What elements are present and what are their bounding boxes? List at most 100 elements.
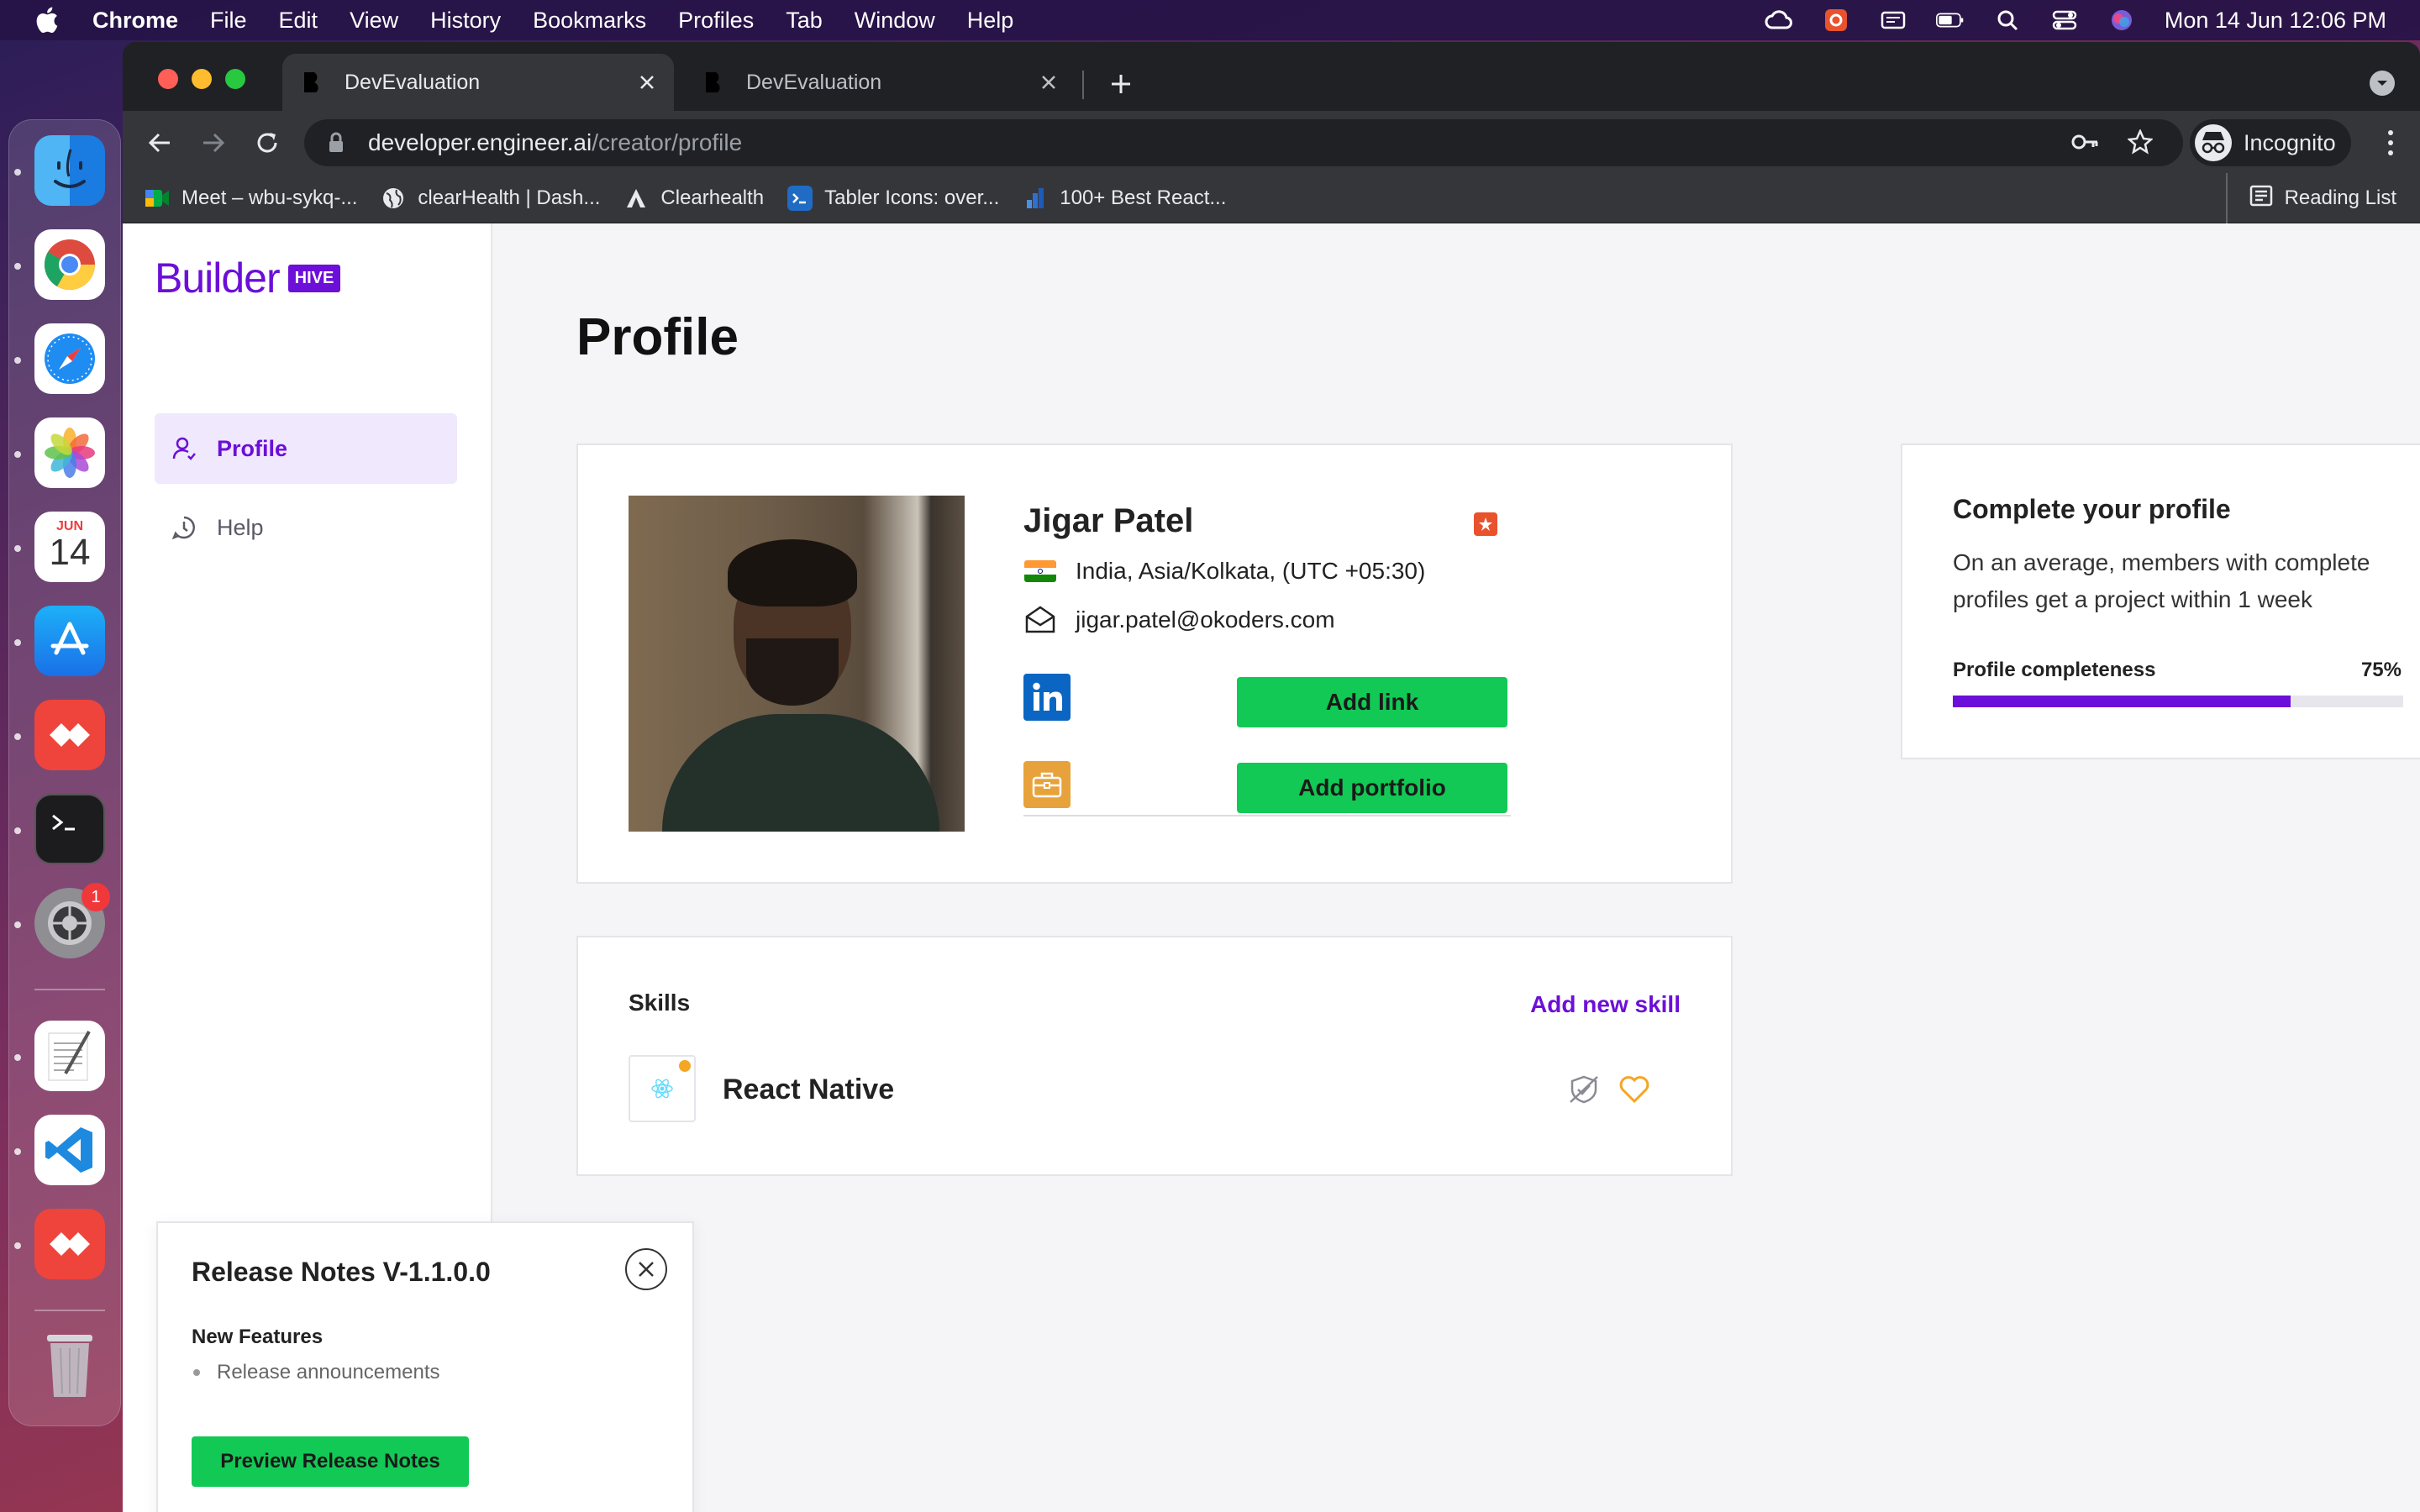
safari-icon[interactable] <box>34 323 105 394</box>
anydesk-icon[interactable] <box>34 700 105 770</box>
back-arrow-icon[interactable] <box>145 128 175 158</box>
completeness-percent: 75% <box>2360 659 2402 681</box>
browser-toolbar: developer.engineer.ai/creator/profile In… <box>123 111 2420 173</box>
bookmark-star-icon[interactable] <box>2127 128 2154 160</box>
add-new-skill-link[interactable]: Add new skill <box>1530 991 1681 1018</box>
profile-divider <box>1023 815 1511 816</box>
chrome-menu-icon[interactable] <box>2386 129 2395 160</box>
close-window-button[interactable] <box>158 69 178 89</box>
dock: JUN 14 1 <box>8 119 121 1426</box>
forward-arrow-icon[interactable] <box>198 128 229 158</box>
complete-profile-card: Complete your profile On an average, mem… <box>1901 444 2420 759</box>
profile-card: Jigar Patel India, Asia/Kolkata, (UTC +0… <box>576 444 1733 884</box>
menu-file[interactable]: File <box>210 8 247 34</box>
textedit-icon[interactable] <box>34 1021 105 1091</box>
menu-view[interactable]: View <box>350 8 398 34</box>
web-page: Builder HIVE Profile Help Release Notes … <box>123 223 2420 1512</box>
trash-icon[interactable] <box>34 1330 105 1400</box>
dock-running-indicator <box>14 733 21 740</box>
builder-hive-logo[interactable]: Builder HIVE <box>155 254 341 302</box>
completeness-progress-fill <box>1953 696 2291 707</box>
profile-email: jigar.patel@okoders.com <box>1023 606 1335 633</box>
bookmark-item[interactable]: Meet – wbu-sykq-... <box>145 186 357 211</box>
logo-word: Builder <box>155 255 281 302</box>
incognito-icon <box>2195 124 2232 161</box>
menu-history[interactable]: History <box>430 8 501 34</box>
sidebar-item-profile[interactable]: Profile <box>155 413 457 484</box>
dock-running-indicator <box>14 451 21 458</box>
release-notes-subtitle: New Features <box>192 1326 324 1348</box>
terminal-icon[interactable] <box>34 794 105 864</box>
tab-search-chevron-icon[interactable] <box>2370 71 2395 96</box>
close-tab-icon[interactable] <box>1037 71 1060 94</box>
menu-app-name[interactable]: Chrome <box>92 8 178 34</box>
screen-recorder-icon[interactable] <box>1822 8 1850 32</box>
minimize-window-button[interactable] <box>192 69 212 89</box>
menu-tab[interactable]: Tab <box>786 8 823 34</box>
lock-icon[interactable] <box>328 132 346 154</box>
dock-running-indicator <box>14 921 21 928</box>
add-link-button[interactable]: Add link <box>1237 677 1507 727</box>
briefcase-icon[interactable] <box>1023 761 1071 808</box>
menu-window[interactable]: Window <box>855 8 935 34</box>
profile-photo[interactable] <box>629 496 965 832</box>
linkedin-icon[interactable] <box>1023 674 1071 721</box>
menubar-clock[interactable]: Mon 14 Jun 12:06 PM <box>2165 8 2386 34</box>
reading-list-button[interactable]: Reading List <box>2225 173 2396 223</box>
dock-running-indicator <box>14 639 21 646</box>
reload-icon[interactable] <box>252 128 282 158</box>
help-icon <box>170 513 198 542</box>
control-center-icon[interactable] <box>2050 8 2079 32</box>
bookmark-item[interactable]: clearHealth | Dash... <box>381 186 600 211</box>
verified-shield-icon[interactable] <box>1566 1072 1602 1107</box>
browser-tab-active[interactable]: DevEvaluation <box>282 54 674 111</box>
siri-icon[interactable] <box>2107 8 2136 32</box>
spotlight-search-icon[interactable] <box>1993 8 2022 32</box>
battery-icon[interactable] <box>1935 8 1965 32</box>
builder-favicon-icon <box>301 71 324 94</box>
menu-edit[interactable]: Edit <box>279 8 318 34</box>
chrome-icon[interactable] <box>34 229 105 300</box>
sidebar-item-help[interactable]: Help <box>155 492 457 563</box>
dock-running-indicator <box>14 545 21 552</box>
bookmark-item[interactable]: Clearhealth <box>623 186 764 211</box>
bookmark-item[interactable]: 100+ Best React... <box>1023 186 1226 211</box>
address-bar[interactable]: developer.engineer.ai/creator/profile <box>304 119 2183 166</box>
menu-help[interactable]: Help <box>967 8 1014 34</box>
chrome-window: DevEvaluation DevEvaluation developer.en… <box>123 42 2420 1512</box>
star-badge-icon <box>1474 512 1497 536</box>
profile-location: India, Asia/Kolkata, (UTC +05:30) <box>1023 558 1425 585</box>
builder-favicon-icon <box>702 71 726 94</box>
preview-release-notes-button[interactable]: Preview Release Notes <box>192 1436 469 1487</box>
menu-profiles[interactable]: Profiles <box>678 8 754 34</box>
password-key-icon[interactable] <box>2070 129 2099 160</box>
calendar-icon[interactable]: JUN 14 <box>34 512 105 582</box>
zoom-window-button[interactable] <box>225 69 245 89</box>
new-tab-plus-icon[interactable] <box>1104 67 1138 101</box>
vscode-icon[interactable] <box>34 1115 105 1185</box>
app-store-icon[interactable] <box>34 606 105 676</box>
heart-icon[interactable] <box>1617 1072 1652 1107</box>
completeness-progress-bar <box>1953 696 2403 707</box>
bookmark-item[interactable]: Tabler Icons: over... <box>787 185 999 211</box>
incognito-label: Incognito <box>2244 129 2336 155</box>
finder-icon[interactable] <box>34 135 105 206</box>
photos-icon[interactable] <box>34 417 105 488</box>
incognito-profile-button[interactable]: Incognito <box>2190 119 2351 166</box>
anydesk-icon[interactable] <box>34 1209 105 1279</box>
menu-bookmarks[interactable]: Bookmarks <box>533 8 646 34</box>
skill-status-dot <box>679 1060 691 1072</box>
dock-running-indicator <box>14 1054 21 1061</box>
system-preferences-icon[interactable]: 1 <box>34 883 110 958</box>
apple-icon[interactable] <box>34 6 67 34</box>
url-host: developer.engineer.ai <box>368 129 592 155</box>
page-title: Profile <box>576 308 739 366</box>
display-icon[interactable] <box>1879 8 1907 32</box>
skill-name: React Native <box>723 1074 895 1105</box>
complete-profile-text: On an average, members with complete pro… <box>1953 549 2370 612</box>
close-tab-icon[interactable] <box>635 71 659 94</box>
add-portfolio-button[interactable]: Add portfolio <box>1237 763 1507 813</box>
skills-title: Skills <box>629 990 691 1016</box>
browser-tab[interactable]: DevEvaluation <box>684 54 1076 111</box>
creative-cloud-icon[interactable] <box>1765 8 1793 32</box>
